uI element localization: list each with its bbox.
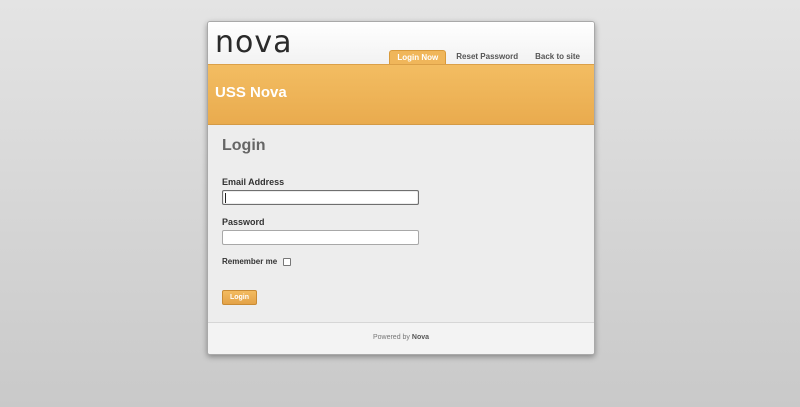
tab-back-to-site[interactable]: Back to site	[528, 50, 587, 64]
powered-by-link[interactable]: Nova	[412, 334, 429, 341]
remember-me-row: Remember me	[222, 257, 292, 266]
password-field[interactable]	[222, 230, 419, 245]
email-field[interactable]	[222, 190, 419, 205]
top-bar: nova Login Now Reset Password Back to si…	[208, 22, 594, 64]
login-panel: nova Login Now Reset Password Back to si…	[207, 21, 595, 355]
footer: Powered by Nova	[208, 322, 594, 354]
nav-tabs: Login Now Reset Password Back to site	[389, 50, 587, 64]
tab-login-now[interactable]: Login Now	[389, 50, 447, 64]
powered-by-text: Powered by	[372, 334, 410, 341]
remember-me-checkbox[interactable]	[283, 257, 292, 266]
password-label: Password	[222, 217, 265, 227]
nova-logo: nova	[215, 25, 293, 60]
site-title: USS Nova	[215, 84, 287, 101]
page-title: Login	[222, 137, 266, 154]
login-button[interactable]: Login	[222, 290, 257, 305]
email-label: Email Address	[222, 177, 285, 187]
tab-reset-password[interactable]: Reset Password	[449, 50, 525, 64]
remember-me-label: Remember me	[222, 257, 278, 266]
text-cursor	[225, 193, 226, 203]
site-banner: USS Nova	[208, 64, 594, 125]
